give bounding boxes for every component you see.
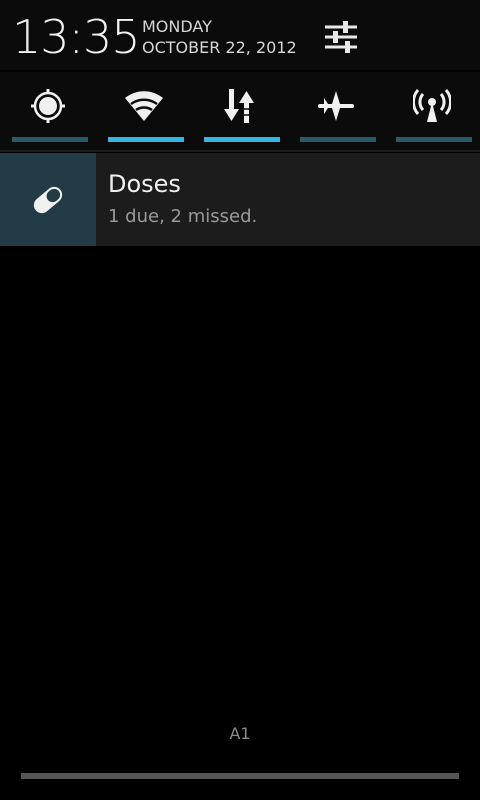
toggle-indicator xyxy=(12,137,88,142)
wifi-icon xyxy=(125,91,163,121)
notification-shade: 13:35 MONDAY OCTOBER 22, 2012 Doses 1 du… xyxy=(0,0,480,800)
notification-doses[interactable]: Doses 1 due, 2 missed. xyxy=(0,153,480,246)
shade-drag-handle[interactable] xyxy=(21,773,459,779)
date-block: MONDAY OCTOBER 22, 2012 xyxy=(142,16,297,58)
date-label: OCTOBER 22, 2012 xyxy=(142,38,297,57)
notification-title: Doses xyxy=(108,170,181,198)
toggle-indicator xyxy=(300,137,376,142)
toggle-indicator xyxy=(396,137,472,142)
pill-icon xyxy=(33,186,63,213)
toggle-indicator xyxy=(204,137,280,142)
settings-button[interactable] xyxy=(320,16,362,58)
notification-text: 1 due, 2 missed. xyxy=(108,206,258,227)
sliders-icon xyxy=(325,21,357,53)
shade-header: 13:35 MONDAY OCTOBER 22, 2012 xyxy=(0,0,480,70)
toggle-data[interactable] xyxy=(192,72,288,150)
clock: 13:35 xyxy=(12,10,141,64)
toggle-airplane[interactable] xyxy=(288,72,384,150)
brightness-icon xyxy=(31,89,65,123)
data-transfer-icon xyxy=(224,89,254,123)
toggle-indicator xyxy=(108,137,184,142)
divider xyxy=(0,150,480,152)
day-label: MONDAY xyxy=(142,17,212,36)
quick-toggles xyxy=(0,72,480,150)
airplane-icon xyxy=(318,91,354,121)
hotspot-icon xyxy=(413,89,451,122)
carrier-label: A1 xyxy=(229,724,251,743)
toggle-hotspot[interactable] xyxy=(384,72,480,150)
toggle-brightness[interactable] xyxy=(0,72,96,150)
notification-icon-box xyxy=(0,153,96,246)
toggle-wifi[interactable] xyxy=(96,72,192,150)
